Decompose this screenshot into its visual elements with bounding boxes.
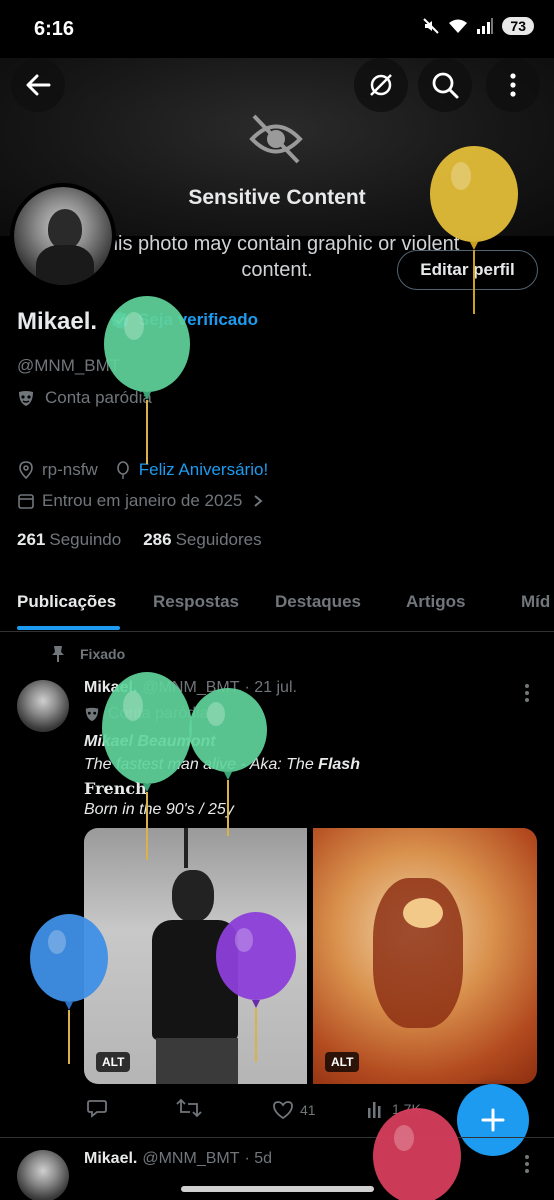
post-image-right[interactable]: ALT xyxy=(313,828,537,1084)
mask-icon xyxy=(19,391,33,406)
mute-icon xyxy=(423,18,440,34)
balloon-icon xyxy=(102,672,192,860)
status-icons: 73 xyxy=(422,17,534,35)
plus-icon xyxy=(481,1108,505,1132)
more-vertical-icon xyxy=(510,73,516,97)
avatar-photo xyxy=(14,187,112,285)
post-time: · 5d xyxy=(244,1150,273,1167)
like-button[interactable]: 41 xyxy=(272,1100,316,1120)
search-icon xyxy=(432,72,459,99)
tab-media[interactable]: Míd xyxy=(521,592,550,612)
post-avatar[interactable] xyxy=(17,680,69,732)
following-label: Seguindo xyxy=(49,530,122,549)
more-options-button[interactable] xyxy=(486,58,540,112)
back-button[interactable] xyxy=(11,58,65,112)
status-time: 6:16 xyxy=(34,18,75,40)
followers-link[interactable]: 286 Seguidores xyxy=(143,530,261,550)
post-line-2-bold: Flash xyxy=(318,756,360,773)
location-text: rp-nsfw xyxy=(42,460,98,479)
like-count: 41 xyxy=(300,1102,316,1118)
joined-row[interactable]: Entrou em janeiro de 2025 xyxy=(17,491,264,511)
follow-counts: 261 Seguindo 286 Seguidores xyxy=(17,530,262,550)
tab-posts[interactable]: Publicações xyxy=(17,592,116,612)
back-arrow-icon xyxy=(26,74,51,96)
tab-highlights[interactable]: Destaques xyxy=(275,592,361,612)
post-header: Mikael. @MNM_BMT · 5d xyxy=(84,1150,272,1168)
balloon-icon xyxy=(373,1108,461,1200)
balloon-icon xyxy=(430,146,518,314)
profile-avatar[interactable] xyxy=(10,183,116,289)
following-count: 261 xyxy=(17,530,46,549)
reply-icon xyxy=(87,1100,107,1118)
post-more-icon[interactable] xyxy=(520,1153,534,1175)
retweet-button[interactable] xyxy=(176,1098,202,1118)
post-avatar[interactable] xyxy=(17,1150,69,1200)
status-bar: 6:16 73 xyxy=(0,0,554,58)
compose-button[interactable] xyxy=(457,1084,529,1156)
pinned-label: Fixado xyxy=(50,645,125,663)
joined-text: Entrou em janeiro de 2025 xyxy=(42,491,243,510)
post-author-handle: @MNM_BMT xyxy=(142,1150,240,1167)
wifi-icon xyxy=(449,19,468,33)
mask-icon xyxy=(85,707,99,722)
tab-replies[interactable]: Respostas xyxy=(153,592,239,612)
tab-articles[interactable]: Artigos xyxy=(406,592,466,612)
post-divider xyxy=(0,1137,554,1138)
profile-name: Mikael. xyxy=(17,308,98,335)
visibility-toggle-icon xyxy=(370,74,392,96)
pin-icon xyxy=(52,646,64,662)
balloon-icon xyxy=(216,912,296,1062)
signal-icon xyxy=(477,18,494,34)
alt-badge[interactable]: ALT xyxy=(325,1052,360,1072)
post-author-name[interactable]: Mikael. xyxy=(84,1150,137,1168)
active-tab-indicator xyxy=(17,626,120,630)
profile-tabs: Publicações Respostas Destaques Artigos … xyxy=(0,576,554,632)
battery-indicator: 73 xyxy=(502,17,534,35)
calendar-icon xyxy=(18,494,34,509)
reply-button[interactable] xyxy=(86,1098,108,1118)
post-more-icon[interactable] xyxy=(520,682,534,704)
hidden-eye-icon xyxy=(249,114,303,164)
visibility-toggle-button[interactable] xyxy=(354,58,408,112)
search-button[interactable] xyxy=(418,58,472,112)
following-link[interactable]: 261 Seguindo xyxy=(17,530,121,550)
balloon-icon xyxy=(30,914,108,1064)
balloon-icon xyxy=(189,688,267,836)
location-icon xyxy=(19,461,33,479)
followers-label: Seguidores xyxy=(175,530,262,549)
chevron-right-icon xyxy=(254,495,263,507)
heart-icon xyxy=(273,1101,293,1120)
pinned-text: Fixado xyxy=(80,646,126,662)
balloon-icon xyxy=(104,296,190,464)
followers-count: 286 xyxy=(143,530,172,549)
retweet-icon xyxy=(176,1098,202,1118)
home-indicator xyxy=(181,1186,374,1192)
